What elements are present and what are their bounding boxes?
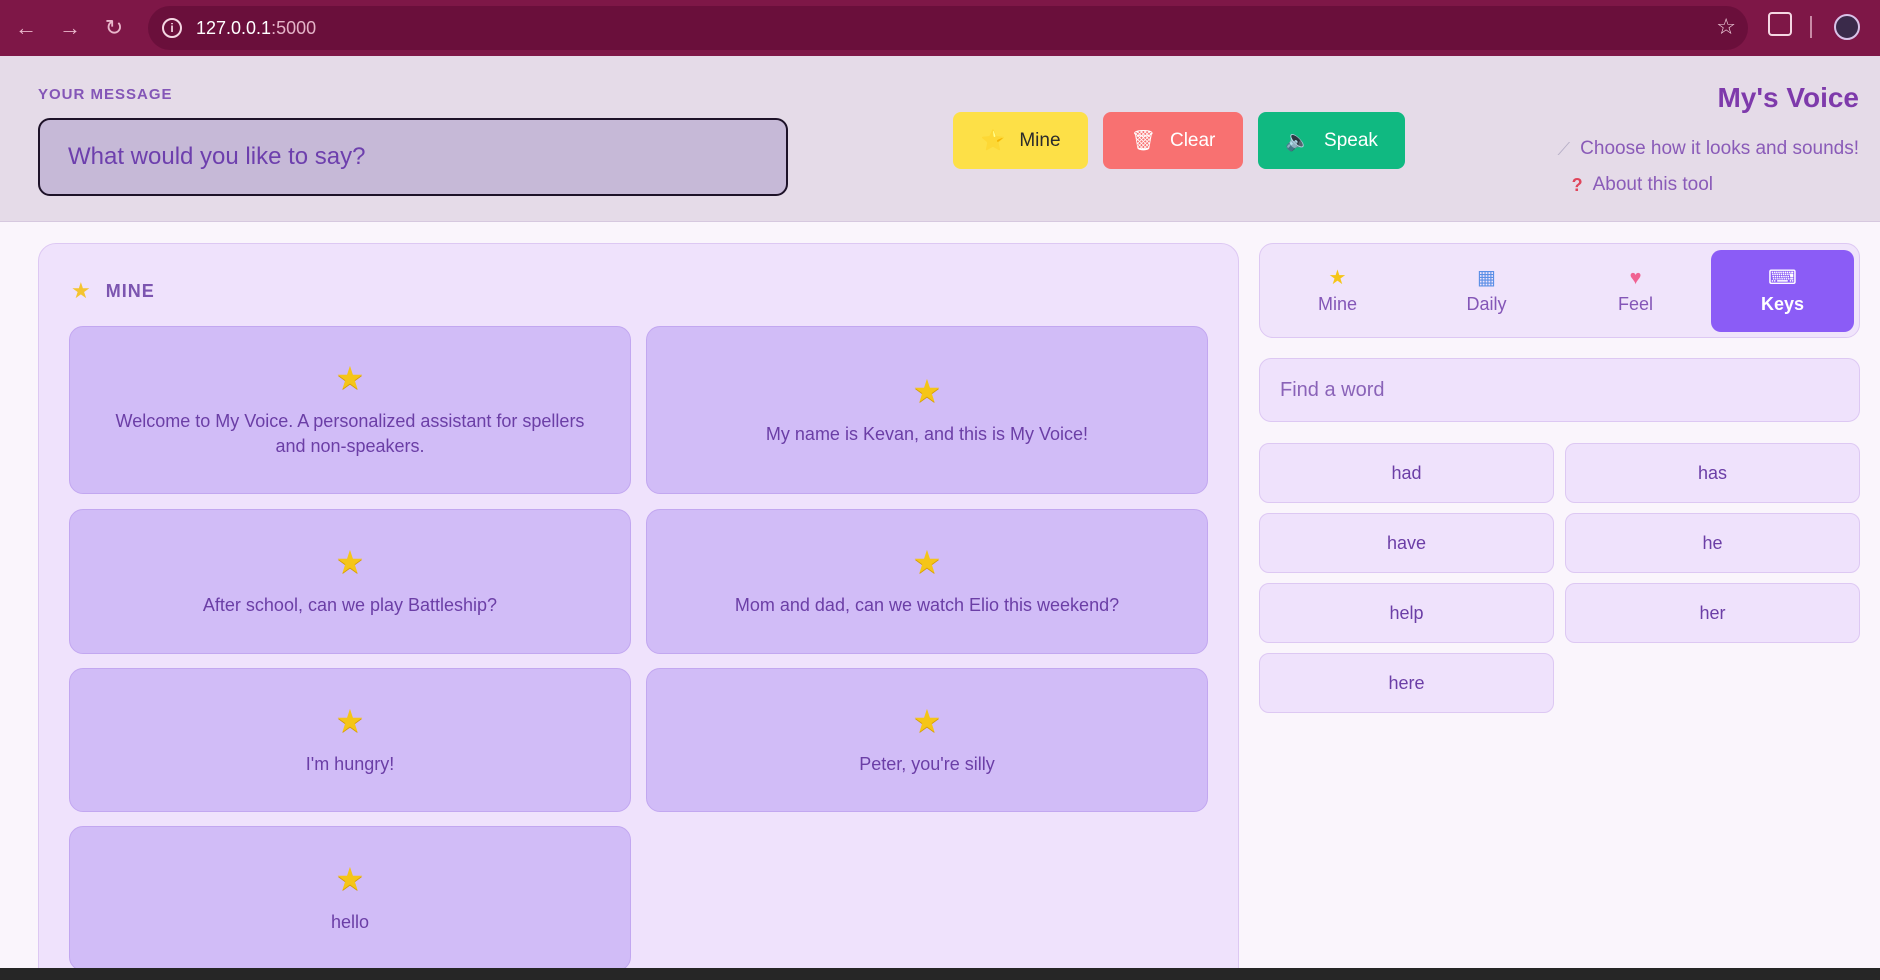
app-header: YOUR MESSAGE ⭐ Mine 🗑 Clear 🔈 Speak My's… [0,56,1880,222]
about-link[interactable]: ? About this tool [1572,174,1713,196]
address-bar[interactable]: i 127.0.0.1:5000 ☆ [148,6,1748,50]
toolbar-divider [1810,16,1812,38]
star-icon: ★ [912,544,942,580]
phrase-card[interactable]: ★ Peter, you're silly [646,668,1208,812]
section-header: ★ MINE [71,278,155,304]
tab-keys[interactable]: ⌨ Keys [1711,250,1854,332]
trash-icon: 🗑 [1130,130,1156,152]
star-icon: ★ [335,861,365,897]
extensions-icon[interactable] [1768,12,1792,36]
tab-mine[interactable]: ★ Mine [1266,250,1409,332]
browser-toolbar: ← → ↻ i 127.0.0.1:5000 ☆ [0,0,1880,56]
tab-feel[interactable]: ♥ Feel [1564,250,1707,332]
phrase-card[interactable]: ★ After school, can we play Battleship? [69,509,631,654]
star-icon: ★ [912,372,942,409]
tab-daily[interactable]: ▦ Daily [1415,250,1558,332]
star-icon: ★ [335,544,365,580]
phrase-card[interactable]: ★ My name is Kevan, and this is My Voice… [646,326,1208,494]
back-icon[interactable]: ← [12,14,40,42]
os-taskbar [0,968,1880,980]
word-button[interactable]: have [1259,513,1554,573]
site-info-icon[interactable]: i [162,18,182,38]
phrase-card[interactable]: ★ Welcome to My Voice. A personalized as… [69,326,631,494]
word-button[interactable]: help [1259,583,1554,643]
about-link-label: About this tool [1592,174,1713,195]
question-icon: ? [1571,174,1583,195]
bookmark-star-icon[interactable]: ☆ [1716,14,1736,40]
heart-icon: ♥ [1629,266,1642,289]
speak-button-label: Speak [1324,129,1378,151]
star-icon: ★ [71,278,92,303]
word-button[interactable]: he [1565,513,1860,573]
phrase-text: My name is Kevan, and this is My Voice! [765,423,1089,444]
star-icon: ★ [335,702,365,739]
tab-label: Daily [1466,293,1507,314]
customize-link[interactable]: ⟋ Choose how it looks and sounds! [1558,138,1859,160]
word-button[interactable]: has [1565,443,1860,503]
keyboard-icon: ⌨ [1768,266,1797,289]
star-icon: ★ [335,360,365,396]
phrase-text: hello [330,912,370,932]
tab-label: Feel [1617,293,1653,314]
clear-button[interactable]: 🗑 Clear [1103,112,1243,169]
category-tabs: ★ Mine ▦ Daily ♥ Feel ⌨ Keys [1259,243,1860,338]
mine-button-label: Mine [1019,129,1061,151]
calendar-icon: ▦ [1477,266,1496,289]
app-title: My's Voice [1717,82,1859,113]
star-icon: ★ [1328,266,1347,289]
url-text: 127.0.0.1:5000 [196,18,317,38]
star-icon: ⭐ [980,130,1006,152]
phrase-panel: ★ MINE ★ Welcome to My Voice. A personal… [38,243,1239,980]
phrase-card[interactable]: ★ hello [69,826,631,971]
profile-avatar[interactable] [1834,14,1860,40]
tab-label: Keys [1760,293,1805,314]
customize-link-label: Choose how it looks and sounds! [1580,138,1859,159]
mine-button[interactable]: ⭐ Mine [953,112,1088,169]
tab-label: Mine [1317,293,1357,314]
speaker-icon: 🔈 [1285,130,1311,152]
phrase-text: I'm hungry! [305,753,395,774]
magic-wand-icon: ⟋ [1557,138,1571,159]
message-label: YOUR MESSAGE [38,86,173,103]
find-word-input[interactable] [1259,358,1860,422]
star-icon: ★ [912,702,942,739]
message-input[interactable] [38,118,788,196]
reload-icon[interactable]: ↻ [100,14,128,42]
section-title: MINE [105,280,155,301]
word-button[interactable]: her [1565,583,1860,643]
phrase-text: Peter, you're silly [859,753,995,774]
phrase-text: Welcome to My Voice. A personalized assi… [115,411,585,456]
phrase-card[interactable]: ★ I'm hungry! [69,668,631,812]
phrase-card[interactable]: ★ Mom and dad, can we watch Elio this we… [646,509,1208,654]
word-button[interactable]: here [1259,653,1554,713]
speak-button[interactable]: 🔈 Speak [1258,112,1405,169]
phrase-text: Mom and dad, can we watch Elio this week… [734,595,1120,615]
word-button[interactable]: had [1259,443,1554,503]
phrase-text: After school, can we play Battleship? [202,595,498,615]
forward-icon[interactable]: → [56,14,84,42]
clear-button-label: Clear [1169,129,1216,151]
